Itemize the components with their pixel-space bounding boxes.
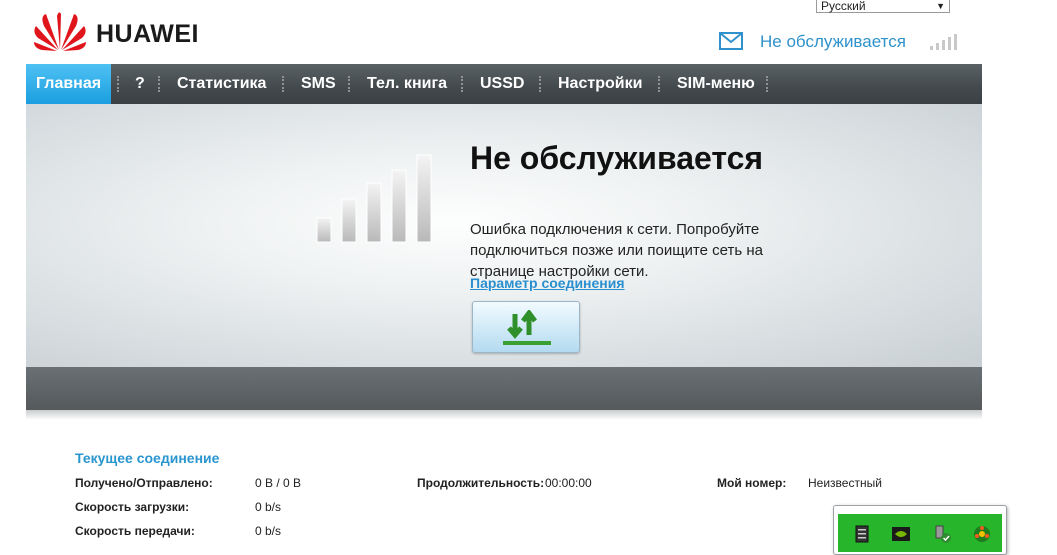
nav-separator xyxy=(658,76,662,92)
status-title: Не обслуживается xyxy=(470,140,764,176)
nav-item-ussd[interactable]: USSD xyxy=(480,64,524,104)
huawei-petals-icon xyxy=(34,12,86,51)
brand-name: HUAWEI xyxy=(96,20,199,48)
nav-item-label: Статистика xyxy=(177,75,267,92)
upload-speed-label: Скорость передачи: xyxy=(75,524,195,538)
nvidia-icon[interactable] xyxy=(891,524,911,544)
nav-separator xyxy=(348,76,352,92)
nav-item-label: SMS xyxy=(301,75,336,92)
download-speed-label: Скорость загрузки: xyxy=(75,500,190,514)
notepad-icon[interactable] xyxy=(852,524,872,544)
nav-item-label: Главная xyxy=(36,75,102,92)
tray-icons-area xyxy=(838,514,1002,552)
duration-label: Продолжительность: xyxy=(417,476,545,490)
download-speed-value: 0 b/s xyxy=(255,500,282,514)
connect-button[interactable] xyxy=(472,301,580,353)
nav-item-sim-menu[interactable]: SIM-меню xyxy=(677,64,755,104)
language-value: Русский xyxy=(821,0,866,13)
nav-item-label: Настройки xyxy=(558,75,643,92)
nav-item-home[interactable]: Главная xyxy=(26,64,112,104)
nav-item-statistics[interactable]: Статистика xyxy=(177,64,266,104)
received-sent-label: Получено/Отправлено: xyxy=(75,476,213,490)
signal-bars-icon xyxy=(316,154,432,243)
duration-value: 00:00:00 xyxy=(545,476,592,490)
usb-safe-remove-icon[interactable] xyxy=(932,524,952,544)
my-number-value: Неизвестный xyxy=(808,476,882,490)
nav-item-sms[interactable]: SMS xyxy=(301,64,336,104)
nav-item-label: USSD xyxy=(480,75,525,92)
signal-icon xyxy=(930,34,957,50)
nav-separator xyxy=(117,76,121,92)
nav-separator xyxy=(539,76,543,92)
dropdown-arrow-icon: ▼ xyxy=(936,1,945,11)
nav-separator xyxy=(282,76,286,92)
language-select[interactable]: Русский ▼ xyxy=(816,0,950,13)
nav-item-phonebook[interactable]: Тел. книга xyxy=(367,64,447,104)
nav-separator xyxy=(461,76,465,92)
app-tray-icon[interactable] xyxy=(972,524,992,544)
status-panel-footer xyxy=(26,367,982,410)
panel-shadow xyxy=(26,410,982,420)
system-tray-popup xyxy=(833,505,1007,555)
my-number-label: Мой номер: xyxy=(717,476,787,490)
main-nav: Главная ? Статистика SMS Тел. книга USSD… xyxy=(26,64,982,104)
nav-item-settings[interactable]: Настройки xyxy=(558,64,642,104)
huawei-logo: HUAWEI xyxy=(30,6,220,54)
nav-item-label: Тел. книга xyxy=(367,75,447,92)
nav-item-help[interactable]: ? xyxy=(135,64,145,104)
nav-separator xyxy=(158,76,162,92)
received-sent-value: 0 B / 0 B xyxy=(255,476,302,490)
network-status: Не обслуживается xyxy=(760,32,906,51)
connect-arrows-icon xyxy=(503,310,551,345)
status-description: Ошибка подключения к сети. Попробуйте по… xyxy=(470,221,763,280)
current-connection-title: Текущее соединение xyxy=(75,450,220,466)
nav-separator xyxy=(766,76,770,92)
mail-icon[interactable] xyxy=(719,32,743,50)
nav-item-label: ? xyxy=(135,75,145,92)
upload-speed-value: 0 b/s xyxy=(255,524,282,538)
nav-item-label: SIM-меню xyxy=(677,75,755,92)
connection-settings-link[interactable]: Параметр соединения xyxy=(470,275,625,291)
